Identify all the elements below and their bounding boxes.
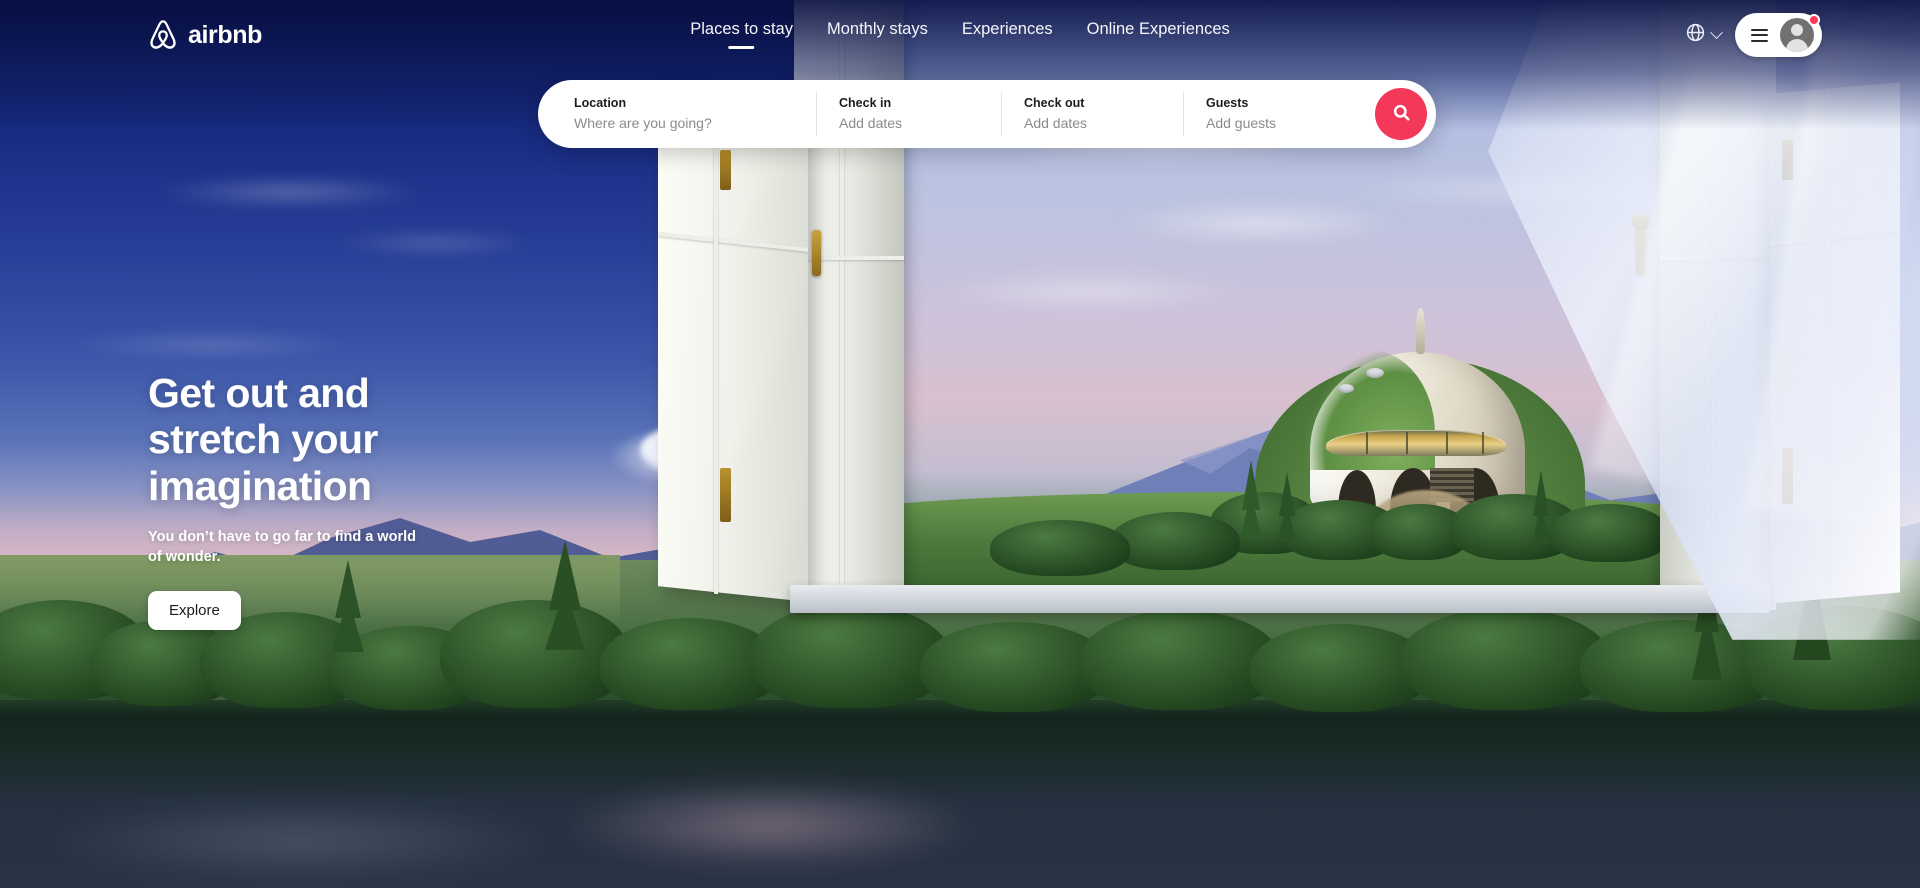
user-menu-button[interactable] (1735, 13, 1822, 57)
roof-dish (1338, 384, 1354, 393)
search-guests-label: Guests (1206, 96, 1249, 111)
globe-icon (1685, 22, 1706, 48)
cloud (60, 330, 360, 360)
hero-title-line-3: imagination (148, 462, 372, 509)
hero-title-line-1: Get out and (148, 370, 370, 416)
roof-dish (1366, 368, 1384, 378)
main-nav: Places to stay Monthly stays Experiences… (690, 21, 1229, 49)
cloud (930, 270, 1250, 314)
water-reflection (40, 800, 560, 880)
dome-window-mullion (1482, 432, 1484, 454)
dome-window-mullion (1366, 432, 1368, 454)
bush (1110, 512, 1240, 570)
airbnb-logo[interactable]: airbnb (147, 18, 262, 52)
hamburger-menu-icon (1751, 28, 1768, 42)
window-handle-left (812, 230, 821, 276)
search-location-input[interactable]: Where are you going? (574, 114, 794, 133)
search-checkout-label: Check out (1024, 96, 1085, 111)
search-checkin-input[interactable]: Add dates (839, 114, 979, 133)
window-mullion (794, 256, 904, 260)
chevron-down-icon (1710, 25, 1723, 39)
search-guests-field[interactable]: Guests Add guests (1183, 92, 1348, 136)
nav-item-monthly-stays[interactable]: Monthly stays (827, 21, 928, 49)
conifer-tree (1276, 472, 1298, 547)
nav-item-online-experiences[interactable]: Online Experiences (1087, 21, 1230, 49)
dome-spire (1416, 308, 1425, 354)
bush (990, 520, 1130, 576)
search-location-label: Location (574, 96, 627, 111)
hero-subtitle: You don’t have to go far to find a world… (148, 528, 416, 565)
bush (1550, 504, 1670, 562)
search-checkout-field[interactable]: Check out Add dates (1001, 92, 1183, 136)
cloud (1110, 200, 1410, 246)
search-button[interactable] (1375, 88, 1427, 140)
search-icon (1392, 103, 1411, 125)
hero-title: Get out and stretch your imagination (148, 370, 568, 509)
search-checkin-field[interactable]: Check in Add dates (816, 92, 1001, 136)
water-reflection (560, 780, 980, 870)
site-header: airbnb Places to stay Monthly stays Expe… (0, 0, 1920, 70)
search-location-field[interactable]: Location Where are you going? (538, 92, 816, 136)
search-checkout-input[interactable]: Add dates (1024, 114, 1161, 133)
dome-window-mullion (1446, 432, 1448, 454)
nav-item-places-to-stay[interactable]: Places to stay (690, 21, 793, 49)
window-sash-left-outer (658, 86, 808, 602)
search-bar: Location Where are you going? Check in A… (538, 80, 1436, 148)
hero-content: Get out and stretch your imagination You… (148, 370, 568, 631)
search-guests-input[interactable]: Add guests (1206, 114, 1326, 133)
search-checkin-label: Check in (839, 96, 892, 111)
conifer-tree (1530, 470, 1552, 549)
language-selector[interactable] (1685, 22, 1723, 48)
nav-item-experiences[interactable]: Experiences (962, 21, 1053, 49)
window-sill (790, 585, 1770, 613)
window-mullion (714, 93, 718, 595)
conifer-tree (1238, 460, 1264, 545)
header-actions (1685, 13, 1822, 57)
cloud (330, 230, 540, 256)
dome-window-band (1326, 430, 1506, 456)
brand-name: airbnb (188, 20, 262, 49)
explore-button[interactable]: Explore (148, 591, 241, 631)
window-hinge (720, 150, 731, 190)
cloud (150, 175, 430, 209)
airbnb-bel-logo-icon (147, 18, 179, 52)
notification-badge (1808, 14, 1820, 26)
hero-title-line-2: stretch your (148, 416, 378, 463)
dome-window-mullion (1406, 432, 1408, 454)
window-hinge (720, 468, 731, 522)
